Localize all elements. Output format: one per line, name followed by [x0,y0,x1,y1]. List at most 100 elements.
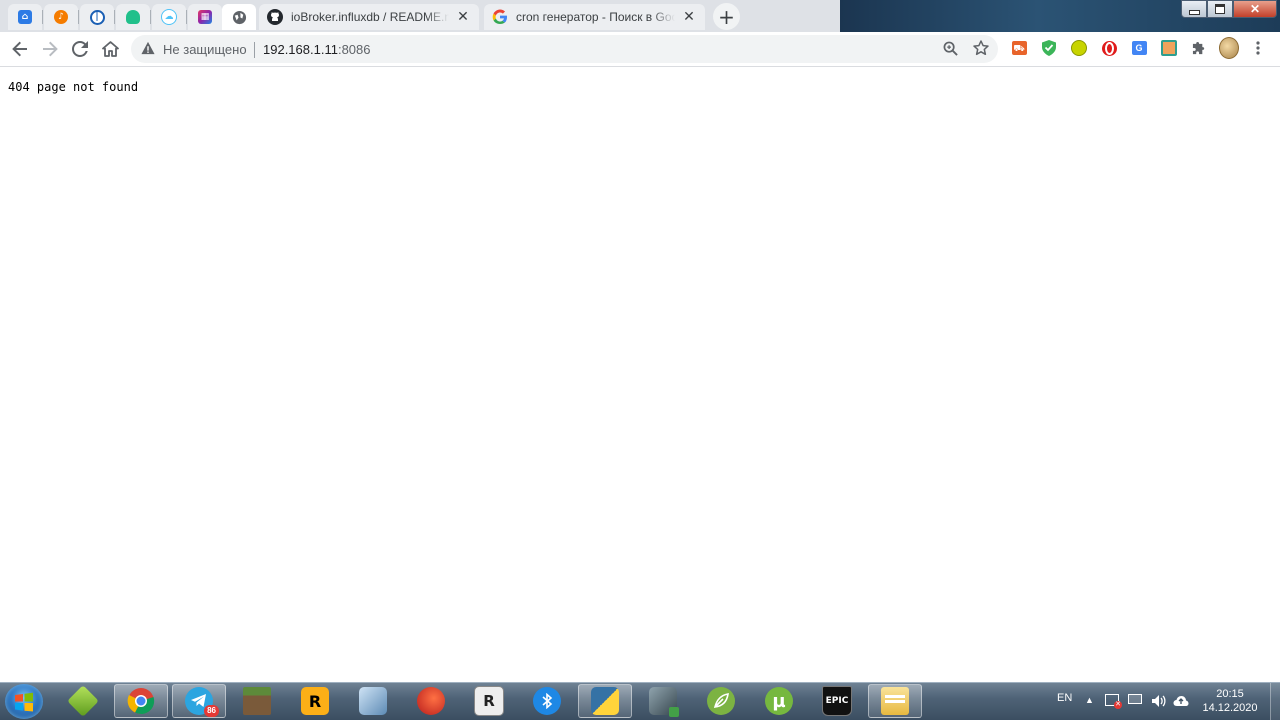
show-desktop-button[interactable] [1270,683,1280,720]
taskbar-app-telegram[interactable]: 86 [172,684,226,718]
system-clock[interactable]: 20:15 14.12.2020 [1196,687,1264,715]
extension-cart[interactable]: ⛟ [1011,40,1027,56]
volume-icon[interactable] [1151,693,1167,709]
extension-yellow-circle[interactable] [1071,40,1087,56]
extension-picture[interactable] [1161,40,1177,56]
taskbar-app-3d-box[interactable] [56,684,110,718]
language-indicator[interactable]: EN [1057,692,1072,704]
url-port: :8086 [337,42,371,57]
profile-avatar[interactable] [1219,37,1239,59]
python-icon [591,687,619,715]
bookmark-star-icon[interactable] [973,40,989,56]
tab-github-readme[interactable]: ioBroker.influxdb / README.md at ✕ [259,4,479,30]
start-button[interactable] [5,684,43,719]
action-center-icon[interactable]: ✕ [1105,694,1122,709]
network-tool-icon [359,687,387,715]
close-window-button[interactable]: ✕ [1233,0,1277,18]
box-icon [67,685,99,717]
app-grid-icon: ▦ [198,10,212,24]
taskbar-app-epic-games[interactable]: EPIC [810,684,864,718]
taskbar-app-rufus[interactable]: R [462,684,516,718]
taskbar-app-ccleaner[interactable] [404,684,458,718]
epic-games-icon: EPIC [822,686,852,716]
pinned-tab-5[interactable]: ☁ [152,4,187,30]
picture-icon [1161,40,1177,56]
home-button[interactable] [99,38,121,60]
telegram-icon: 86 [185,687,219,717]
tab-title: cron генератор - Поиск в Google [516,10,675,24]
extensions-menu-button[interactable] [1191,40,1207,56]
avatar-icon [1219,37,1239,59]
windows-taskbar: 86 R R µ EPIC EN ▲ ✕ 20:15 14.12.2020 [0,682,1280,720]
pinned-tab-3[interactable]: | [80,4,115,30]
tab-title: ioBroker.influxdb / README.md at [291,10,449,24]
reload-icon [72,41,88,57]
close-tab-icon[interactable]: ✕ [455,9,471,25]
extension-shield[interactable] [1041,40,1057,56]
pinned-tab-1[interactable]: ⌂ [8,4,43,30]
close-tab-icon[interactable]: ✕ [681,9,697,25]
security-status-label[interactable]: Не защищено [163,42,247,57]
back-button[interactable] [9,38,31,60]
tab-strip: ⌂ ♪ | ☁ ▦ ioBroker.influxdb / README.md … [0,0,1280,32]
taskbar-app-bluetooth[interactable] [520,684,574,718]
taskbar-app-explorer[interactable] [868,684,922,718]
rockstar-icon: R [301,687,329,715]
globe-icon [232,10,246,24]
minimize-window-button[interactable] [1181,0,1207,18]
google-icon [492,9,507,24]
tab-google-search[interactable]: cron генератор - Поиск в Google ✕ [484,4,705,30]
arrow-left-icon [12,41,27,57]
cloud-sync-icon[interactable] [1173,694,1189,708]
grass-block-icon [243,687,271,715]
taskbar-app-network-tool[interactable] [346,684,400,718]
usb-drive-icon: R [474,686,504,716]
minimize-icon [1188,9,1200,15]
url-host: 192.168.1.11 [263,42,338,57]
taskbar-app-chrome[interactable] [114,684,168,718]
reload-button[interactable] [69,38,91,60]
network-monitor-icon[interactable] [1128,694,1142,704]
taskbar-app-minecraft[interactable] [230,684,284,718]
extension-stop[interactable] [1101,40,1117,56]
taskbar-app-leaf[interactable] [694,684,748,718]
puzzle-icon [1192,41,1204,54]
taskbar-app-connection[interactable] [636,684,690,718]
weather-icon: ☁ [161,9,177,25]
home-icon [101,41,119,57]
coin-icon [1071,40,1087,56]
cart-icon: ⛟ [1011,41,1027,55]
music-note-icon: ♪ [54,10,68,24]
browser-menu-button[interactable] [1251,40,1265,56]
taskbar-app-python[interactable] [578,684,632,718]
taskbar-app-rockstar[interactable]: R [288,684,342,718]
pinned-tab-4[interactable] [116,4,151,30]
tray-expand-icon[interactable]: ▲ [1085,695,1094,705]
warning-icon[interactable] [141,41,155,55]
zoom-icon[interactable] [943,41,958,56]
utorrent-icon: µ [765,687,793,715]
ccleaner-icon [417,687,445,715]
taskbar-app-utorrent[interactable]: µ [752,684,806,718]
restore-icon [1215,4,1225,14]
url-text[interactable]: 192.168.1.11:8086 [263,42,371,57]
clock-time: 20:15 [1216,688,1244,700]
chrome-icon [127,688,155,715]
pinned-tab-7-active[interactable] [222,4,256,30]
browser-toolbar: Не защищено 192.168.1.11:8086 ⛟ G [0,32,1280,67]
address-separator [254,42,255,58]
pinned-tab-2[interactable]: ♪ [44,4,79,30]
pinned-tab-6[interactable]: ▦ [188,4,223,30]
new-tab-button[interactable]: + [713,3,740,30]
leaf-icon [707,687,735,715]
connection-icon [649,687,679,717]
folder-icon [881,687,909,715]
address-bar[interactable]: Не защищено 192.168.1.11:8086 [131,35,998,63]
stop-icon [1101,40,1117,56]
bluetooth-icon [533,687,561,715]
github-icon [267,9,283,25]
unread-badge: 86 [204,705,219,717]
extension-translate[interactable]: G [1131,40,1147,56]
forward-button[interactable] [39,38,61,60]
restore-window-button[interactable] [1207,0,1233,18]
